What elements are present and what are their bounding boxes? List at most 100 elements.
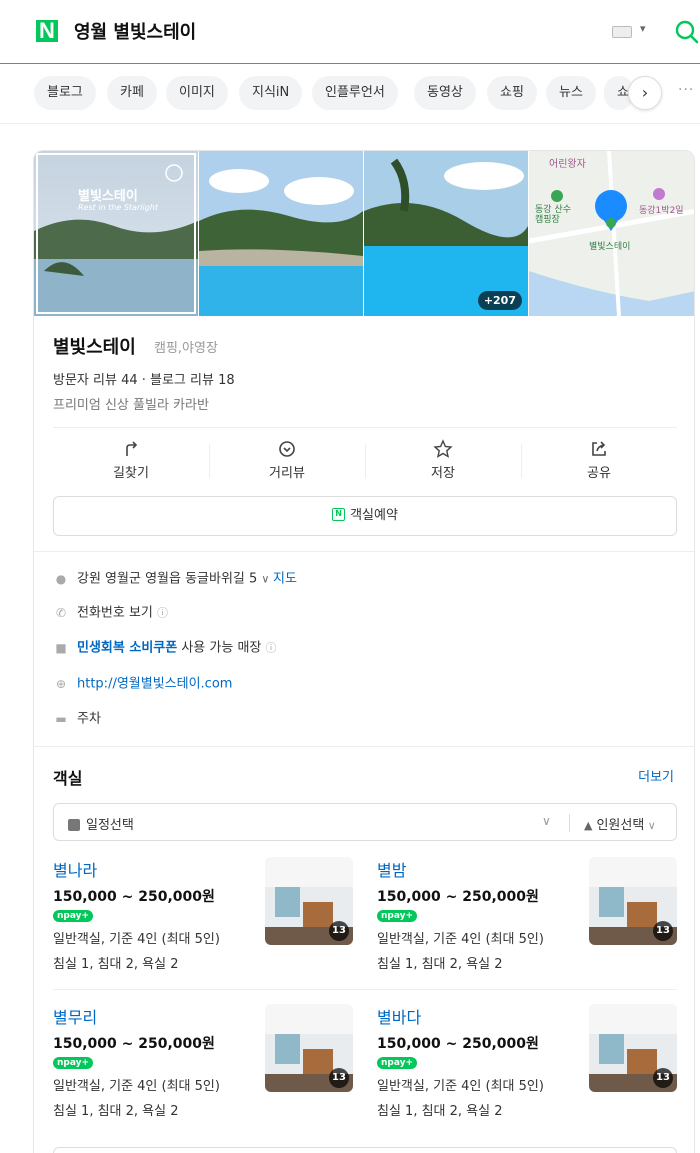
street-view-button[interactable]: 거리뷰 bbox=[209, 438, 365, 481]
street-view-icon bbox=[279, 441, 295, 457]
share-label: 공유 bbox=[587, 466, 611, 481]
room-reserve-button[interactable]: N 객실예약 bbox=[53, 496, 677, 536]
date-select-label: 일정선택 bbox=[86, 818, 134, 833]
room-name[interactable]: 별무리 bbox=[53, 1004, 97, 1028]
directions-button[interactable]: 길찾기 bbox=[53, 438, 209, 481]
coupon-text: 사용 가능 매장 bbox=[177, 640, 262, 656]
room-beds: 침실 1, 침대 2, 욕실 2 bbox=[377, 957, 503, 972]
room-photo-count: 13 bbox=[329, 1068, 349, 1088]
save-label: 저장 bbox=[431, 466, 455, 481]
photo-pool-2[interactable]: +207 bbox=[364, 151, 528, 316]
rooms-title: 객실 bbox=[53, 769, 83, 788]
naver-logo[interactable]: N bbox=[36, 20, 58, 42]
npay-badge: npay+ bbox=[53, 910, 94, 922]
search-tabs: 블로그 카페 이미지 지식iN 인플루언서 동영상 쇼핑 뉴스 쇼 › ··· bbox=[0, 64, 700, 124]
room-reserve-label: 객실예약 bbox=[350, 508, 398, 523]
tab-influencer[interactable]: 인플루언서 bbox=[312, 76, 398, 110]
chevron-down-icon[interactable]: ▾ bbox=[640, 22, 646, 35]
address-text: 강원 영월군 영월읍 동글바위길 5 bbox=[77, 571, 258, 587]
phone-icon: ✆ bbox=[55, 606, 67, 620]
room-photo-count: 13 bbox=[653, 1068, 673, 1088]
website-link[interactable]: http://영월별빛스테이.com bbox=[77, 677, 232, 692]
info-icon[interactable]: ⓘ bbox=[157, 607, 168, 620]
npay-badge: npay+ bbox=[53, 1057, 94, 1069]
room-card[interactable]: 별바다 150,000 ~ 250,000원 npay+ 일반객실, 기준 4인… bbox=[377, 1004, 677, 1124]
info-icon[interactable]: ⓘ bbox=[266, 642, 277, 655]
phone-row[interactable]: ✆ 전화번호 보기 ⓘ bbox=[53, 603, 168, 623]
directions-label: 길찾기 bbox=[113, 466, 149, 481]
location-pin-icon: ● bbox=[55, 572, 67, 586]
photo-main[interactable]: 별빛스테이 Rest in the Starlight bbox=[34, 151, 198, 316]
share-button[interactable]: 공유 bbox=[521, 438, 677, 481]
parking-icon: ▬ bbox=[55, 712, 67, 726]
rooms-more-link[interactable]: 더보기 bbox=[638, 766, 674, 785]
more-icon[interactable]: ··· bbox=[678, 82, 694, 98]
room-name[interactable]: 별바다 bbox=[377, 1004, 421, 1028]
place-description: 프리미엄 신상 풀빌라 카라반 bbox=[53, 398, 209, 413]
calendar-icon bbox=[68, 818, 80, 831]
map-thumbnail[interactable]: 어린왕자 동강 산수 캠핑장 별빛스테이 동강1박2일 bbox=[529, 151, 694, 316]
map-link[interactable]: 지도 bbox=[273, 572, 297, 587]
room-price: 150,000 ~ 250,000원 bbox=[377, 889, 539, 905]
npay-badge: npay+ bbox=[377, 1057, 418, 1069]
room-thumbnail[interactable]: 13 bbox=[589, 857, 677, 945]
place-name[interactable]: 별빛스테이 bbox=[53, 333, 136, 359]
review-counts[interactable]: 방문자 리뷰 44 · 블로그 리뷰 18 bbox=[53, 369, 235, 388]
tab-kin[interactable]: 지식iN bbox=[239, 76, 303, 110]
room-beds: 침실 1, 침대 2, 욕실 2 bbox=[53, 957, 179, 972]
tab-blog[interactable]: 블로그 bbox=[34, 76, 96, 110]
place-card: 별빛스테이 Rest in the Starlight +207 어린왕자 동강… bbox=[33, 150, 695, 1153]
photo-count-badge[interactable]: +207 bbox=[477, 291, 522, 310]
tab-cafe[interactable]: 카페 bbox=[107, 76, 157, 110]
coupon-bold[interactable]: 민생회복 소비쿠폰 bbox=[77, 641, 177, 656]
room-desc: 일반객실, 기준 4인 (최대 5인) bbox=[53, 932, 220, 947]
room-thumbnail[interactable]: 13 bbox=[589, 1004, 677, 1092]
directions-icon bbox=[126, 441, 138, 456]
date-select[interactable]: 일정선택 bbox=[68, 814, 134, 833]
chevron-down-icon[interactable]: ∨ bbox=[261, 573, 273, 586]
room-card[interactable]: 별밤 150,000 ~ 250,000원 npay+ 일반객실, 기준 4인 … bbox=[377, 857, 677, 977]
search-header: N 영월 별빛스테이 ▾ bbox=[0, 0, 700, 64]
keyboard-icon[interactable] bbox=[612, 26, 632, 38]
calendar-icon: N bbox=[332, 508, 346, 521]
chevron-down-icon: ∨ bbox=[644, 819, 656, 832]
room-price: 150,000 ~ 250,000원 bbox=[53, 1036, 215, 1052]
room-filter: 일정선택 ∨ ▲ 인원선택 ∨ bbox=[53, 803, 677, 841]
section-divider bbox=[34, 746, 694, 747]
room-card[interactable]: 별무리 150,000 ~ 250,000원 npay+ 일반객실, 기준 4인… bbox=[53, 1004, 353, 1124]
chevron-down-icon[interactable]: ∨ bbox=[542, 814, 551, 828]
phone-text[interactable]: 전화번호 보기 bbox=[77, 606, 153, 621]
room-photo-count: 13 bbox=[653, 921, 673, 941]
room-name[interactable]: 별밤 bbox=[377, 857, 406, 881]
room-price: 150,000 ~ 250,000원 bbox=[53, 889, 215, 905]
divider bbox=[569, 814, 570, 832]
coupon-row: ■ 민생회복 소비쿠폰 사용 가능 매장 ⓘ bbox=[53, 638, 277, 658]
website-row: ⊕ http://영월별빛스테이.com bbox=[53, 674, 232, 694]
tab-news[interactable]: 뉴스 bbox=[546, 76, 596, 110]
room-name[interactable]: 별나라 bbox=[53, 857, 97, 881]
room-thumbnail[interactable]: 13 bbox=[265, 857, 353, 945]
room-photo-count: 13 bbox=[329, 921, 349, 941]
room-card[interactable]: 별나라 150,000 ~ 250,000원 npay+ 일반객실, 기준 4인… bbox=[53, 857, 353, 977]
search-icon[interactable] bbox=[672, 18, 700, 46]
search-query[interactable]: 영월 별빛스테이 bbox=[74, 18, 196, 44]
people-select[interactable]: ▲ 인원선택 ∨ bbox=[584, 814, 656, 833]
photo-pool-1[interactable] bbox=[199, 151, 363, 316]
tab-shopping[interactable]: 쇼핑 bbox=[487, 76, 537, 110]
coupon-icon: ■ bbox=[55, 641, 67, 655]
room-price: 150,000 ~ 250,000원 bbox=[377, 1036, 539, 1052]
tab-image[interactable]: 이미지 bbox=[166, 76, 228, 110]
chevron-right-icon[interactable]: › bbox=[628, 76, 662, 110]
place-category: 캠핑,야영장 bbox=[154, 341, 218, 356]
room-desc: 일반객실, 기준 4인 (최대 5인) bbox=[377, 1079, 544, 1094]
map-label-place: 별빛스테이 bbox=[589, 242, 631, 252]
rooms-more-button[interactable] bbox=[53, 1147, 677, 1153]
room-desc: 일반객실, 기준 4인 (최대 5인) bbox=[377, 932, 544, 947]
npay-badge: npay+ bbox=[377, 910, 418, 922]
room-thumbnail[interactable]: 13 bbox=[265, 1004, 353, 1092]
save-button[interactable]: 저장 bbox=[365, 438, 521, 481]
person-icon: ▲ bbox=[584, 819, 593, 832]
tab-video[interactable]: 동영상 bbox=[414, 76, 476, 110]
globe-icon: ⊕ bbox=[55, 677, 67, 691]
room-beds: 침실 1, 침대 2, 욕실 2 bbox=[377, 1104, 503, 1119]
